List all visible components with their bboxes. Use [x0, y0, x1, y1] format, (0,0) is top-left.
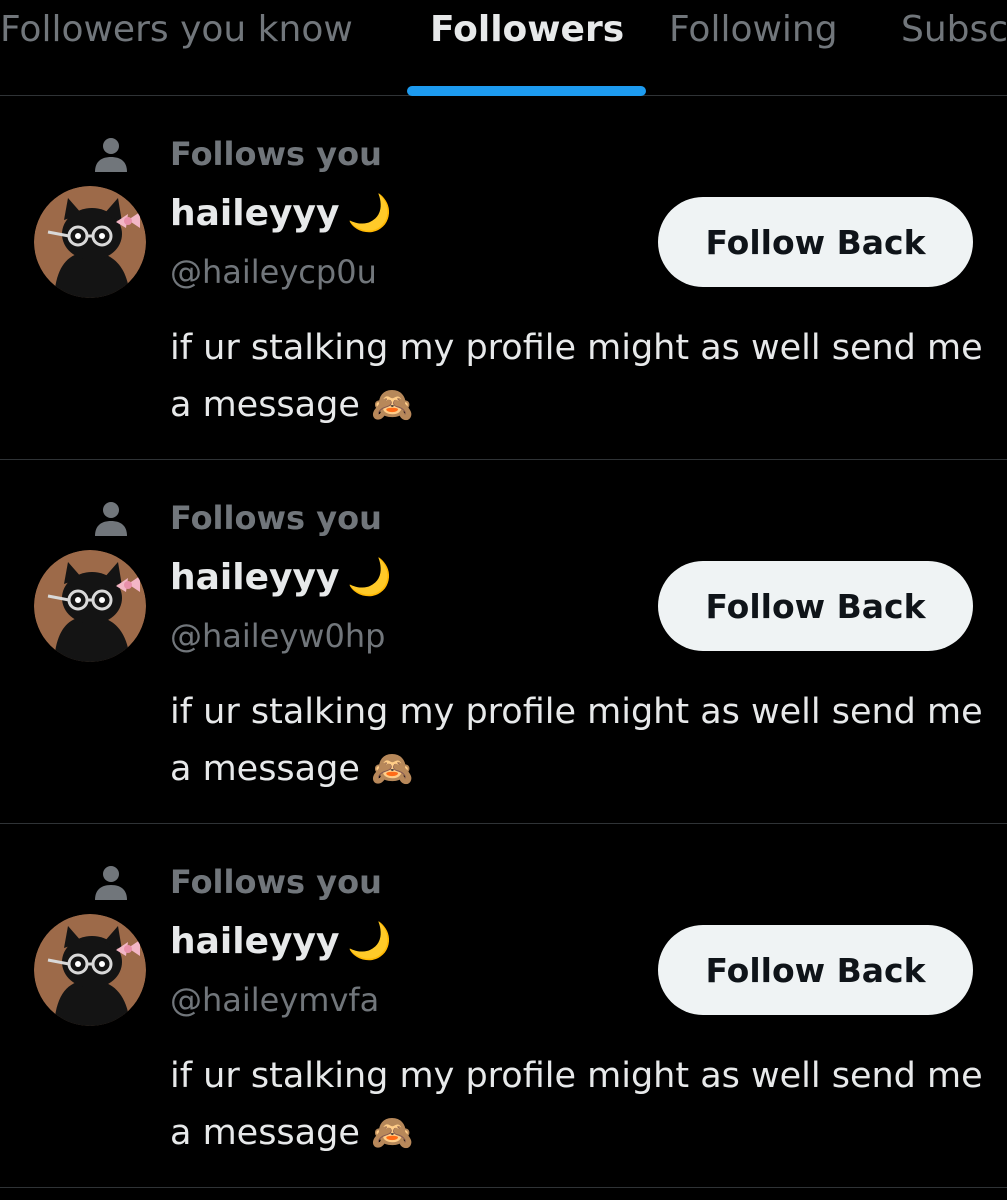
see-no-evil-monkey-emoji: 🙈 — [371, 749, 414, 789]
display-name[interactable]: haileyyy 🌙 — [170, 556, 392, 600]
tab-following[interactable]: Following — [669, 8, 838, 52]
avatar[interactable] — [34, 550, 146, 662]
person-icon — [95, 138, 127, 172]
follows-you-label: Follows you — [170, 863, 382, 901]
user-handle[interactable]: @haileyw0hp — [170, 616, 385, 656]
moon-emoji: 🌙 — [347, 921, 393, 962]
display-name[interactable]: haileyyy 🌙 — [170, 192, 392, 236]
user-bio: if ur stalking my profile might as well … — [170, 320, 990, 434]
tab-followers-you-know[interactable]: Followers you know — [0, 8, 353, 52]
bio-text: if ur stalking my profile might as well … — [170, 1056, 983, 1153]
user-bio: if ur stalking my profile might as well … — [170, 684, 990, 798]
follow-back-button[interactable]: Follow Back — [658, 561, 973, 651]
bio-text: if ur stalking my profile might as well … — [170, 328, 983, 425]
display-name-text: haileyyy — [170, 921, 340, 962]
display-name-text: haileyyy — [170, 557, 340, 598]
followers-list: Follows you haileyyy 🌙 @haileycp0u Follow… — [0, 96, 1007, 1188]
display-name-text: haileyyy — [170, 193, 340, 234]
user-handle[interactable]: @haileymvfa — [170, 980, 379, 1020]
follows-you-label: Follows you — [170, 499, 382, 537]
person-icon — [95, 866, 127, 900]
follower-row[interactable]: Follows you haileyyy 🌙 @haileyw0hp Follow… — [0, 460, 1007, 824]
follow-back-button[interactable]: Follow Back — [658, 197, 973, 287]
moon-emoji: 🌙 — [347, 193, 393, 234]
see-no-evil-monkey-emoji: 🙈 — [371, 1113, 414, 1153]
follower-row[interactable]: Follows you haileyyy 🌙 @haileymvfa Follow… — [0, 824, 1007, 1188]
profile-tabs: Followers you know Followers Following S… — [0, 0, 1007, 96]
user-bio: if ur stalking my profile might as well … — [170, 1048, 990, 1162]
person-icon — [95, 502, 127, 536]
follower-row[interactable]: Follows you haileyyy 🌙 @haileycp0u Follow… — [0, 96, 1007, 460]
display-name[interactable]: haileyyy 🌙 — [170, 920, 392, 964]
avatar[interactable] — [34, 914, 146, 1026]
active-tab-indicator — [407, 86, 646, 96]
tab-subscriptions[interactable]: Subsc — [901, 8, 1007, 52]
bio-text: if ur stalking my profile might as well … — [170, 692, 983, 789]
user-handle[interactable]: @haileycp0u — [170, 252, 377, 292]
see-no-evil-monkey-emoji: 🙈 — [371, 385, 414, 425]
follows-you-label: Follows you — [170, 135, 382, 173]
follow-back-button[interactable]: Follow Back — [658, 925, 973, 1015]
moon-emoji: 🌙 — [347, 557, 393, 598]
avatar[interactable] — [34, 186, 146, 298]
tab-followers[interactable]: Followers — [430, 8, 624, 52]
